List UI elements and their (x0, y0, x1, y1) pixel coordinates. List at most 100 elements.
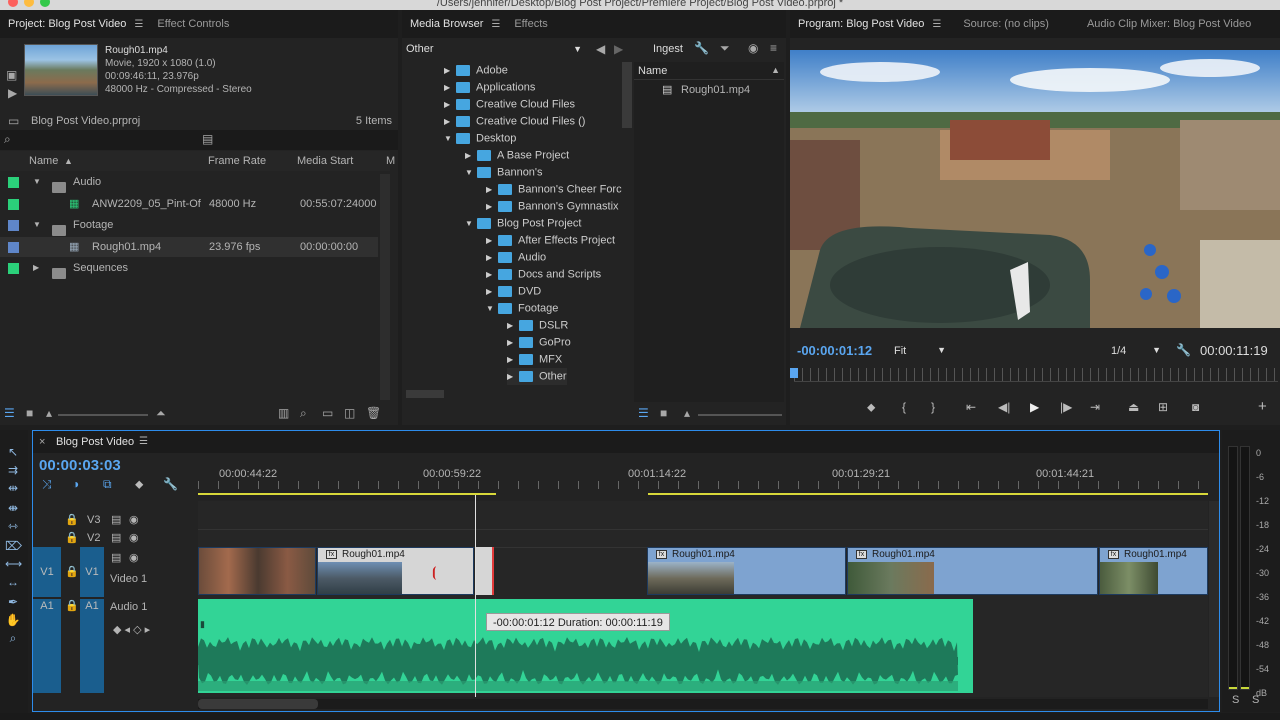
wrench-icon[interactable]: 🔧 (694, 41, 709, 55)
folder-tree-item[interactable]: ▶ Bannon's Gymnastix (486, 198, 619, 215)
tab-project[interactable]: Project: Blog Post Video (0, 18, 134, 30)
linked-selection-icon[interactable]: ⧉ (103, 477, 112, 492)
eye-icon[interactable]: ◉ (129, 511, 139, 529)
collapse-arrow-icon[interactable]: ▼ (465, 164, 477, 181)
eye-icon[interactable]: ◉ (129, 529, 139, 547)
trim-edge-selection[interactable] (476, 547, 494, 595)
slide-tool-icon[interactable]: ↔ (5, 574, 21, 590)
zoom-slider-icon[interactable]: ▴ (46, 406, 52, 420)
sort-icons-icon[interactable]: ⏶ (156, 406, 166, 421)
list-view-icon[interactable]: ☰ (4, 406, 15, 420)
tree-hscrollbar[interactable] (406, 390, 444, 398)
expand-arrow-icon[interactable]: ▶ (486, 266, 498, 283)
mark-in-icon[interactable]: { (902, 400, 906, 414)
column-more[interactable]: M (386, 151, 395, 171)
collapse-arrow-icon[interactable]: ▼ (444, 130, 456, 147)
zoom-fit-dropdown[interactable]: Fit ▼ (894, 345, 948, 357)
folder-tree-item[interactable]: ▶ DVD (486, 283, 541, 300)
timeline-ruler[interactable]: 00:00:44:22 00:00:59:22 00:01:14:22 00:0… (198, 461, 1208, 497)
video-clip[interactable]: fx Rough01.mp4 ⦗ (317, 547, 474, 595)
expand-arrow-icon[interactable]: ▶ (486, 181, 498, 198)
new-bin-icon[interactable]: ▭ (322, 406, 333, 420)
solo-right-button[interactable]: S (1252, 694, 1259, 706)
video-clip[interactable]: fx Rough01.mp4 (847, 547, 1098, 595)
source-patch-a1[interactable]: A1 (33, 599, 61, 693)
close-sequence-icon[interactable]: × (39, 431, 45, 453)
folder-tree-item[interactable]: ▶ DSLR (507, 317, 568, 334)
snap-icon[interactable]: ◑ (72, 477, 79, 491)
resolution-dropdown[interactable]: 1/4 ▼ (1111, 345, 1163, 357)
expand-arrow-icon[interactable]: ▶ (507, 368, 519, 385)
track-select-tool-icon[interactable]: ⇉ (5, 462, 21, 478)
project-list-item[interactable]: ▶ Sequences (0, 258, 378, 279)
list-view-icon[interactable]: ☰ (638, 406, 649, 420)
expand-arrow-icon[interactable]: ▶ (486, 198, 498, 215)
folder-tree-item[interactable]: ▶ Other (507, 368, 567, 385)
label-color-swatch[interactable] (8, 198, 19, 210)
project-list-item[interactable]: ▼ Audio (0, 172, 378, 193)
add-marker-icon[interactable]: ⬥ (867, 400, 875, 415)
expand-arrow-icon[interactable]: ▶ (444, 79, 456, 96)
file-list-item[interactable]: ▤ Rough01.mp4 (634, 80, 784, 100)
folder-tree-item[interactable]: ▶ Adobe (444, 62, 508, 79)
panel-menu-icon[interactable]: ☰ (134, 19, 143, 30)
label-color-swatch[interactable] (8, 220, 19, 231)
target-v1[interactable]: V1 (80, 547, 104, 597)
expand-arrow-icon[interactable]: ▶ (486, 249, 498, 266)
tab-sequence[interactable]: Blog Post Video (56, 431, 134, 453)
new-bin-from-search-icon[interactable]: ▤ (202, 132, 213, 146)
expand-arrow-icon[interactable]: ▶ (444, 96, 456, 113)
selection-tool-icon[interactable]: ↖ (5, 444, 21, 460)
folder-tree-item[interactable]: ▼ Desktop (444, 130, 516, 147)
expand-arrow-icon[interactable]: ▶ (444, 113, 456, 130)
folder-tree-item[interactable]: ▶ Applications (444, 79, 535, 96)
folder-tree-item[interactable]: ▶ Creative Cloud Files (444, 96, 575, 113)
tab-media-browser[interactable]: Media Browser (402, 18, 491, 30)
icon-view-icon[interactable]: ■ (660, 406, 667, 420)
panel-menu-icon[interactable]: ≡ (770, 41, 777, 55)
trim-cursor-icon[interactable]: ⦗ (432, 564, 437, 581)
expand-arrow-icon[interactable]: ▶ (465, 147, 477, 164)
folder-tree-item[interactable]: ▼ Bannon's (465, 164, 543, 181)
label-color-swatch[interactable] (8, 263, 19, 274)
zoom-tool-icon[interactable]: ⌕ (5, 630, 21, 646)
file-list-header[interactable]: Name (634, 62, 784, 80)
collapse-arrow-icon[interactable]: ▼ (486, 300, 498, 317)
pen-tool-icon[interactable]: ✒ (5, 594, 21, 610)
location-dropdown[interactable]: Other ▼ (406, 40, 582, 58)
filter-icon[interactable]: ⏷ (720, 41, 730, 56)
folder-tree-item[interactable]: ▶ Creative Cloud Files () (444, 113, 585, 130)
play-preview-icon[interactable]: ▶ (8, 86, 17, 100)
go-to-in-icon[interactable]: ⇤ (966, 400, 976, 414)
zoom-slider[interactable] (698, 414, 782, 416)
panel-menu-icon[interactable]: ☰ (491, 19, 500, 30)
extract-icon[interactable]: ⊞ (1158, 400, 1168, 414)
project-list-item[interactable]: ▼ Footage (0, 215, 378, 236)
tab-effect-controls[interactable]: Effect Controls (149, 18, 237, 30)
label-color-swatch[interactable] (8, 177, 19, 188)
mark-out-icon[interactable]: } (931, 400, 935, 414)
razor-tool-icon[interactable]: ⌦ (5, 538, 22, 554)
folder-tree-item[interactable]: ▶ Audio (486, 249, 546, 266)
expand-arrow-icon[interactable]: ▶ (486, 232, 498, 249)
tab-effects[interactable]: Effects (506, 18, 555, 30)
timeline-vscrollbar[interactable] (1209, 501, 1219, 697)
ripple-edit-tool-icon[interactable]: ⇹ (5, 480, 21, 496)
folder-tree-item[interactable]: ▶ After Effects Project (486, 232, 615, 249)
new-item-icon[interactable]: ◫ (344, 406, 355, 420)
project-list-item[interactable]: ▦ ANW2209_05_Pint-Of 48000 Hz 00:55:07:2400… (0, 194, 378, 214)
expand-arrow-icon[interactable]: ▶ (507, 317, 519, 334)
lock-icon[interactable]: 🔒 (65, 529, 79, 547)
add-marker-icon[interactable]: ⬥ (135, 477, 143, 492)
tab-source[interactable]: Source: (no clips) (955, 18, 1057, 30)
video-clip[interactable]: fx Rough01.mp4 (1099, 547, 1208, 595)
panel-menu-icon[interactable]: ☰ (932, 19, 941, 30)
tab-audio-clip-mixer[interactable]: Audio Clip Mixer: Blog Post Video (1079, 18, 1259, 30)
step-forward-icon[interactable]: |▶ (1060, 400, 1072, 414)
automate-to-sequence-icon[interactable]: ▥ (278, 406, 289, 420)
tree-scrollbar[interactable] (622, 62, 632, 128)
eye-icon[interactable]: ◉ (129, 551, 139, 564)
find-icon[interactable]: ⌕ (300, 406, 307, 421)
lift-icon[interactable]: ⏏ (1128, 400, 1139, 414)
folder-tree-item[interactable]: ▶ MFX (507, 351, 562, 368)
